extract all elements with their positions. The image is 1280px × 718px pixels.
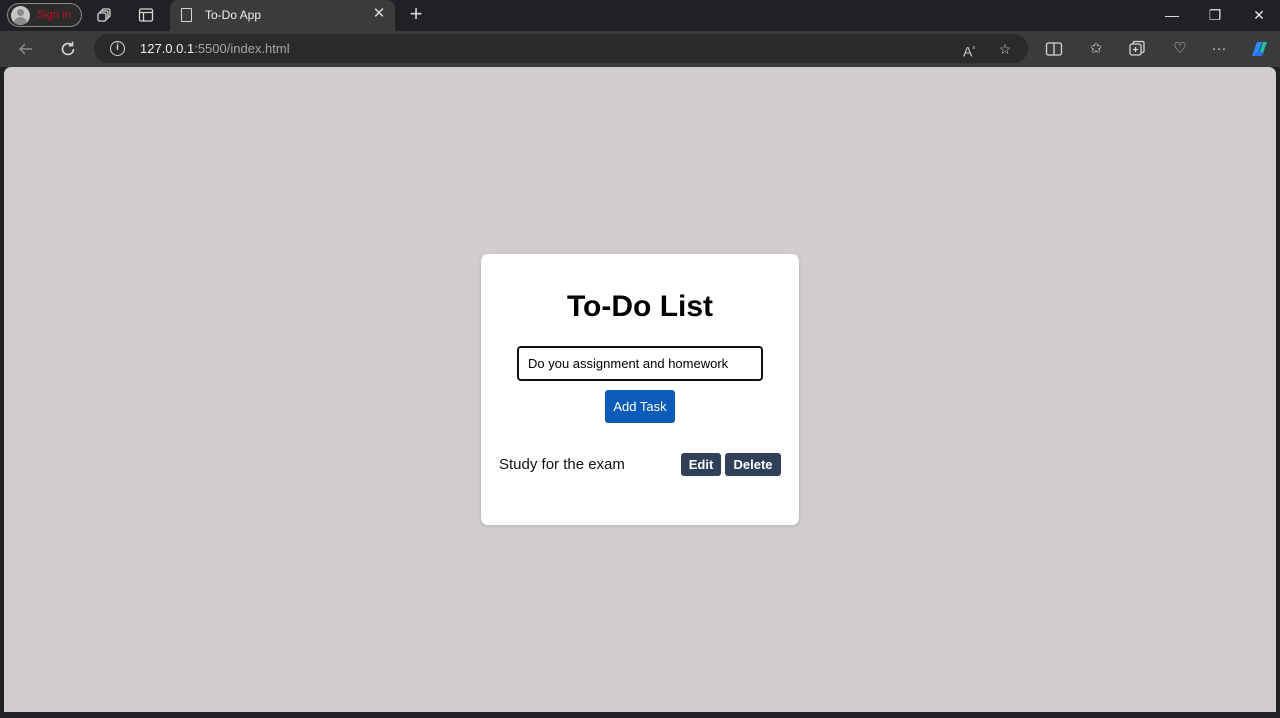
task-text: Study for the exam (499, 456, 625, 473)
collections-icon[interactable] (1127, 39, 1147, 59)
task-list-item: Study for the exam Edit Delete (499, 452, 781, 478)
browser-essentials-icon[interactable]: ♡ (1170, 39, 1190, 59)
page-title: To-Do List (566, 290, 714, 323)
tab-todo-app[interactable]: To-Do App ✕ (170, 0, 395, 31)
new-tab-button[interactable]: + (405, 3, 427, 26)
copilot-icon[interactable] (1248, 39, 1268, 59)
window-bottom-edge (0, 712, 1280, 718)
read-aloud-icon[interactable]: Aˢ (960, 40, 978, 60)
add-task-button[interactable]: Add Task (605, 390, 675, 423)
address-bar[interactable]: i 127.0.0.1:5500/index.html Aˢ ☆ (94, 34, 1028, 63)
close-window-icon[interactable]: ✕ (1249, 5, 1269, 25)
info-icon[interactable]: i (110, 41, 125, 56)
url-path: :5500/index.html (194, 41, 290, 56)
workspaces-icon[interactable] (97, 7, 113, 23)
url-text: 127.0.0.1:5500/index.html (140, 41, 290, 56)
task-input[interactable] (517, 346, 763, 381)
browser-title-bar: Sign in To-Do App ✕ + — ❐ ✕ (0, 0, 1280, 31)
browser-toolbar: i 127.0.0.1:5500/index.html Aˢ ☆ ✩ ♡ ··· (0, 31, 1280, 67)
delete-task-button[interactable]: Delete (725, 453, 781, 476)
minimize-icon[interactable]: — (1162, 5, 1182, 25)
page-icon (181, 8, 192, 22)
tab-actions-icon[interactable] (138, 7, 154, 23)
profile-avatar-icon (11, 6, 30, 25)
todo-card: To-Do List Add Task Study for the exam E… (481, 254, 799, 525)
edit-task-button[interactable]: Edit (681, 453, 721, 476)
refresh-icon[interactable] (56, 37, 80, 61)
profile-label: Sign in (37, 9, 71, 21)
tab-title: To-Do App (205, 8, 262, 22)
profile-button[interactable]: Sign in (7, 3, 82, 27)
back-arrow-icon[interactable] (14, 37, 38, 61)
tab-close-icon[interactable]: ✕ (371, 6, 387, 22)
split-screen-icon[interactable] (1044, 39, 1064, 59)
favorites-icon[interactable]: ✩ (1086, 39, 1106, 59)
favorite-star-icon[interactable]: ☆ (996, 40, 1014, 58)
url-host: 127.0.0.1 (140, 41, 195, 56)
more-icon[interactable]: ··· (1209, 39, 1229, 59)
restore-icon[interactable]: ❐ (1205, 5, 1225, 25)
